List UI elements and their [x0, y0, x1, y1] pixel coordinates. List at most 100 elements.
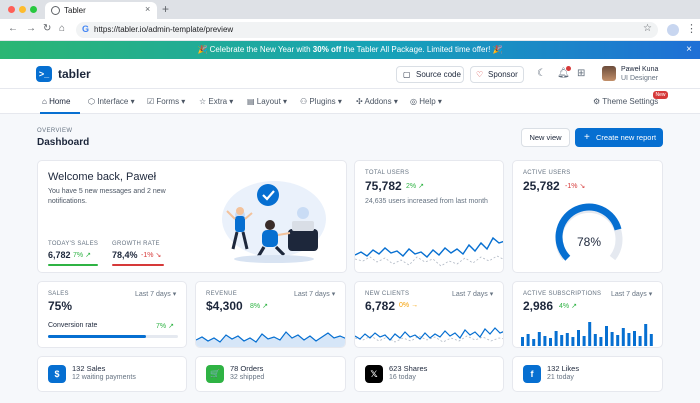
active-subscriptions-label: ACTIVE SUBSCRIPTIONS	[523, 291, 602, 297]
today-sales-value: 6,782	[48, 250, 71, 260]
active-users-value: 25,782	[523, 179, 560, 193]
subscription-bar	[526, 334, 530, 346]
revenue-change: 8% ↗	[250, 303, 268, 310]
home-icon[interactable]: ⌂	[59, 23, 65, 34]
subscription-bar	[521, 337, 524, 346]
new-tab-button[interactable]: +	[162, 2, 169, 16]
info-card-shares[interactable]: 𝕏 623 Shares 16 today	[354, 356, 504, 392]
active-users-gauge: 78%	[555, 203, 623, 261]
banner-close-icon[interactable]: ×	[686, 44, 692, 55]
browser-tab[interactable]: Tabler ×	[45, 2, 157, 19]
close-window-button[interactable]	[8, 6, 15, 13]
info-card-subtitle: 16 today	[389, 374, 416, 381]
tab-title: Tabler	[64, 6, 86, 15]
subscription-bar	[537, 332, 541, 346]
nav-interface[interactable]: ⬡ Interface ▾	[88, 97, 135, 106]
user-name[interactable]: Paweł Kuna	[621, 66, 658, 73]
growth-rate-label: GROWTH RATE	[112, 241, 160, 247]
nav-addons[interactable]: ✣ Addons ▾	[356, 97, 398, 106]
active-subscriptions-bar-chart	[521, 322, 653, 346]
subscription-bar	[554, 331, 558, 346]
nav-theme-settings[interactable]: ⚙ Theme Settings	[593, 97, 658, 106]
create-report-label: Create new report	[596, 133, 657, 142]
github-icon: ▢	[403, 70, 411, 79]
browser-profile-icon[interactable]	[667, 24, 679, 36]
total-users-card: TOTAL USERS 75,782 2% ↗ 24,635 users inc…	[354, 160, 504, 273]
subscription-bar	[532, 339, 536, 346]
tab-favicon-icon	[51, 6, 60, 15]
subscription-bar	[610, 332, 614, 346]
brand-name[interactable]: tabler	[58, 67, 91, 81]
nav-forms[interactable]: ☑ Forms ▾	[147, 97, 185, 106]
bookmark-star-icon[interactable]: ☆	[643, 23, 652, 34]
new-clients-card: NEW CLIENTS Last 7 days ▾ 6,782 0% →	[354, 281, 504, 348]
create-report-button[interactable]: + Create new report	[575, 128, 663, 147]
info-card-likes[interactable]: f 132 Likes 21 today	[512, 356, 663, 392]
subscription-bar	[582, 336, 586, 346]
info-card-subtitle: 21 today	[547, 374, 574, 381]
nav-home[interactable]: ⌂ Home	[42, 97, 70, 106]
avatar[interactable]	[602, 66, 616, 81]
google-icon: G	[82, 24, 90, 34]
revenue-label: REVENUE	[206, 291, 238, 297]
total-users-value: 75,782	[365, 179, 402, 193]
cart-icon: 🛒	[206, 365, 224, 383]
source-code-button[interactable]: ▢ Source code	[396, 66, 464, 83]
revenue-period-dropdown[interactable]: Last 7 days ▾	[294, 290, 335, 298]
active-users-change: -1% ↘	[565, 183, 586, 190]
apps-grid-icon[interactable]: ⊞	[577, 68, 585, 79]
maximize-window-button[interactable]	[30, 6, 37, 13]
subscription-bar	[549, 338, 552, 346]
active-subscriptions-change: 4% ↗	[559, 303, 577, 310]
active-subscriptions-period-dropdown[interactable]: Last 7 days ▾	[611, 290, 652, 298]
browser-menu-icon[interactable]: ⋮	[686, 22, 697, 35]
conversion-progress-fill	[48, 335, 146, 338]
sales-period-dropdown[interactable]: Last 7 days ▾	[135, 290, 176, 298]
new-clients-line-chart	[355, 327, 503, 343]
today-sales-bar	[48, 264, 98, 266]
page-pretitle: OVERVIEW	[37, 128, 73, 134]
subscription-bar	[593, 334, 597, 346]
nav-help[interactable]: ◎ Help ▾	[410, 97, 442, 106]
promo-message[interactable]: 🎉 Celebrate the New Year with 30% off th…	[0, 45, 700, 54]
sales-value: 75%	[48, 299, 73, 313]
conversion-rate-value: 7% ↗	[156, 323, 174, 330]
sales-label: SALES	[48, 291, 69, 297]
revenue-value: $4,300	[206, 299, 243, 313]
page-title: Dashboard	[37, 137, 90, 148]
subscription-bar	[627, 333, 631, 346]
heart-icon: ♡	[476, 70, 484, 79]
source-code-label: Source code	[416, 70, 461, 79]
conversion-progress-track	[48, 335, 178, 338]
active-users-label: ACTIVE USERS	[523, 170, 571, 176]
plus-icon: +	[584, 132, 590, 143]
back-arrow-icon[interactable]: ←	[8, 23, 18, 34]
growth-rate-change: -1% ↘	[141, 252, 162, 259]
tab-close-icon[interactable]: ×	[145, 4, 150, 14]
total-users-sparkline	[355, 236, 503, 267]
new-clients-label: NEW CLIENTS	[365, 291, 410, 297]
new-clients-period-dropdown[interactable]: Last 7 days ▾	[452, 290, 493, 298]
info-card-orders[interactable]: 🛒 78 Orders 32 shipped	[195, 356, 346, 392]
info-card-sales[interactable]: $ 132 Sales 12 waiting payments	[37, 356, 187, 392]
nav-extra[interactable]: ☆ Extra ▾	[199, 97, 233, 106]
subscription-bar	[571, 337, 575, 346]
notification-dot	[566, 66, 571, 71]
subscription-bar	[649, 334, 653, 346]
sponsor-button[interactable]: ♡ Sponsor	[470, 66, 524, 83]
nav-layout[interactable]: ▤ Layout ▾	[247, 97, 287, 106]
new-view-button[interactable]: New view	[521, 128, 570, 147]
subscription-bar	[565, 333, 569, 346]
minimize-window-button[interactable]	[19, 6, 26, 13]
moon-icon[interactable]: ☾	[537, 68, 546, 79]
revenue-area-chart	[196, 331, 345, 347]
user-role: UI Designer	[621, 75, 658, 82]
sponsor-label: Sponsor	[488, 70, 518, 79]
address-bar[interactable]: G https://tabler.io/admin-template/previ…	[76, 22, 658, 38]
nav-plugins[interactable]: ⚇ Plugins ▾	[300, 97, 342, 106]
tabler-logo-icon[interactable]: >_	[36, 66, 52, 82]
subscription-bar	[599, 337, 603, 346]
reload-icon[interactable]: ↻	[43, 23, 51, 34]
forward-arrow-icon[interactable]: →	[26, 23, 36, 34]
promo-banner: 🎉 Celebrate the New Year with 30% off th…	[0, 41, 700, 59]
